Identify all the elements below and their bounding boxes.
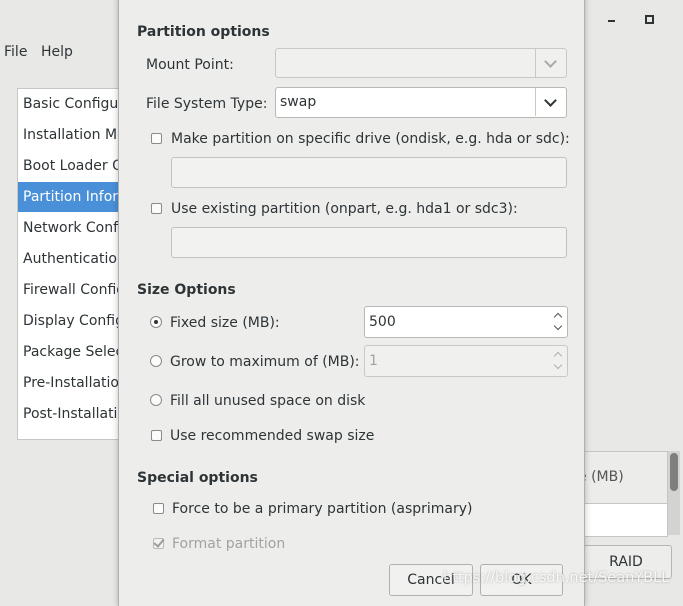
menu-help[interactable]: Help [41,44,73,60]
chevron-down-icon [544,55,557,68]
spin-down-icon [553,360,563,370]
radio-dot [154,320,158,324]
sidebar: Basic Configuration Installation Method … [17,88,129,440]
onpart-label[interactable]: Use existing partition (onpart, e.g. hda… [171,201,518,217]
wm-minimize-button[interactable] [606,12,622,26]
partition-options-dialog: Partition options Mount Point: File Syst… [118,0,585,606]
primary-label[interactable]: Force to be a primary partition (asprima… [172,501,473,517]
partition-table: e (MB) [575,451,668,537]
mount-point-combo [275,48,567,78]
onpart-checkbox[interactable] [151,203,162,214]
sidebar-item-boot-loader[interactable]: Boot Loader Options [23,151,128,181]
fixed-size-stepper[interactable] [551,307,567,337]
spin-up-icon[interactable] [553,312,563,322]
primary-checkbox[interactable] [153,503,164,514]
size-options-heading: Size Options [137,282,236,298]
fill-radio[interactable] [150,394,162,406]
sidebar-item-partition-information[interactable]: Partition Information [18,182,123,212]
sidebar-item-installation-method[interactable]: Installation Method [23,120,128,150]
fixed-size-value: 500 [369,314,396,330]
ondisk-checkbox[interactable] [151,133,162,144]
chevron-down-icon [544,94,557,107]
sidebar-item-pre-installation[interactable]: Pre-Installation Script [23,368,128,398]
grow-spin: 1 [364,345,568,377]
onpart-entry[interactable] [171,227,567,258]
ondisk-entry[interactable] [171,157,567,188]
mount-point-label: Mount Point: [146,57,234,73]
scrollbar-thumb[interactable] [670,453,678,491]
fixed-size-spin[interactable]: 500 [364,306,568,338]
grow-radio[interactable] [150,355,162,367]
fs-type-dropdown[interactable] [535,88,566,116]
spin-up-icon [553,351,563,361]
fixed-size-label[interactable]: Fixed size (MB): [170,315,280,331]
table-scrollbar[interactable] [668,451,680,535]
format-label: Format partition [172,536,286,552]
sidebar-item-package-selection[interactable]: Package Selection [23,337,128,367]
watermark: https://blog.csdn.net/SeanYBLL [443,570,670,586]
sidebar-item-authentication[interactable]: Authentication [23,244,128,274]
mount-point-dropdown [535,49,566,77]
fill-label[interactable]: Fill all unused space on disk [170,393,365,409]
recommended-swap-checkbox[interactable] [151,430,162,441]
sidebar-item-post-installation[interactable]: Post-Installation Script [23,399,128,429]
sidebar-item-network-configuration[interactable]: Network Configuration [23,213,128,243]
grow-value: 1 [369,353,378,369]
sidebar-item-firewall-configuration[interactable]: Firewall Configuration [23,275,128,305]
fs-type-label: File System Type: [146,96,268,112]
grow-label[interactable]: Grow to maximum of (MB): [170,354,360,370]
sidebar-item-display-configuration[interactable]: Display Configuration [23,306,128,336]
spin-down-icon[interactable] [553,321,563,331]
checkmark-icon [153,536,165,548]
format-checkbox [153,536,165,549]
ondisk-label[interactable]: Make partition on specific drive (ondisk… [171,131,570,147]
partition-options-heading: Partition options [137,24,270,40]
fs-type-combo[interactable]: swap [275,87,567,118]
grow-stepper [551,346,567,376]
special-options-heading: Special options [137,470,258,486]
fs-type-value: swap [280,94,317,110]
menu-file[interactable]: File [4,44,27,60]
sidebar-item-basic-configuration[interactable]: Basic Configuration [23,89,128,119]
table-header[interactable]: e (MB) [576,452,667,504]
wm-maximize-button[interactable] [644,12,660,26]
recommended-swap-label[interactable]: Use recommended swap size [170,428,374,444]
fixed-size-radio[interactable] [150,316,162,328]
